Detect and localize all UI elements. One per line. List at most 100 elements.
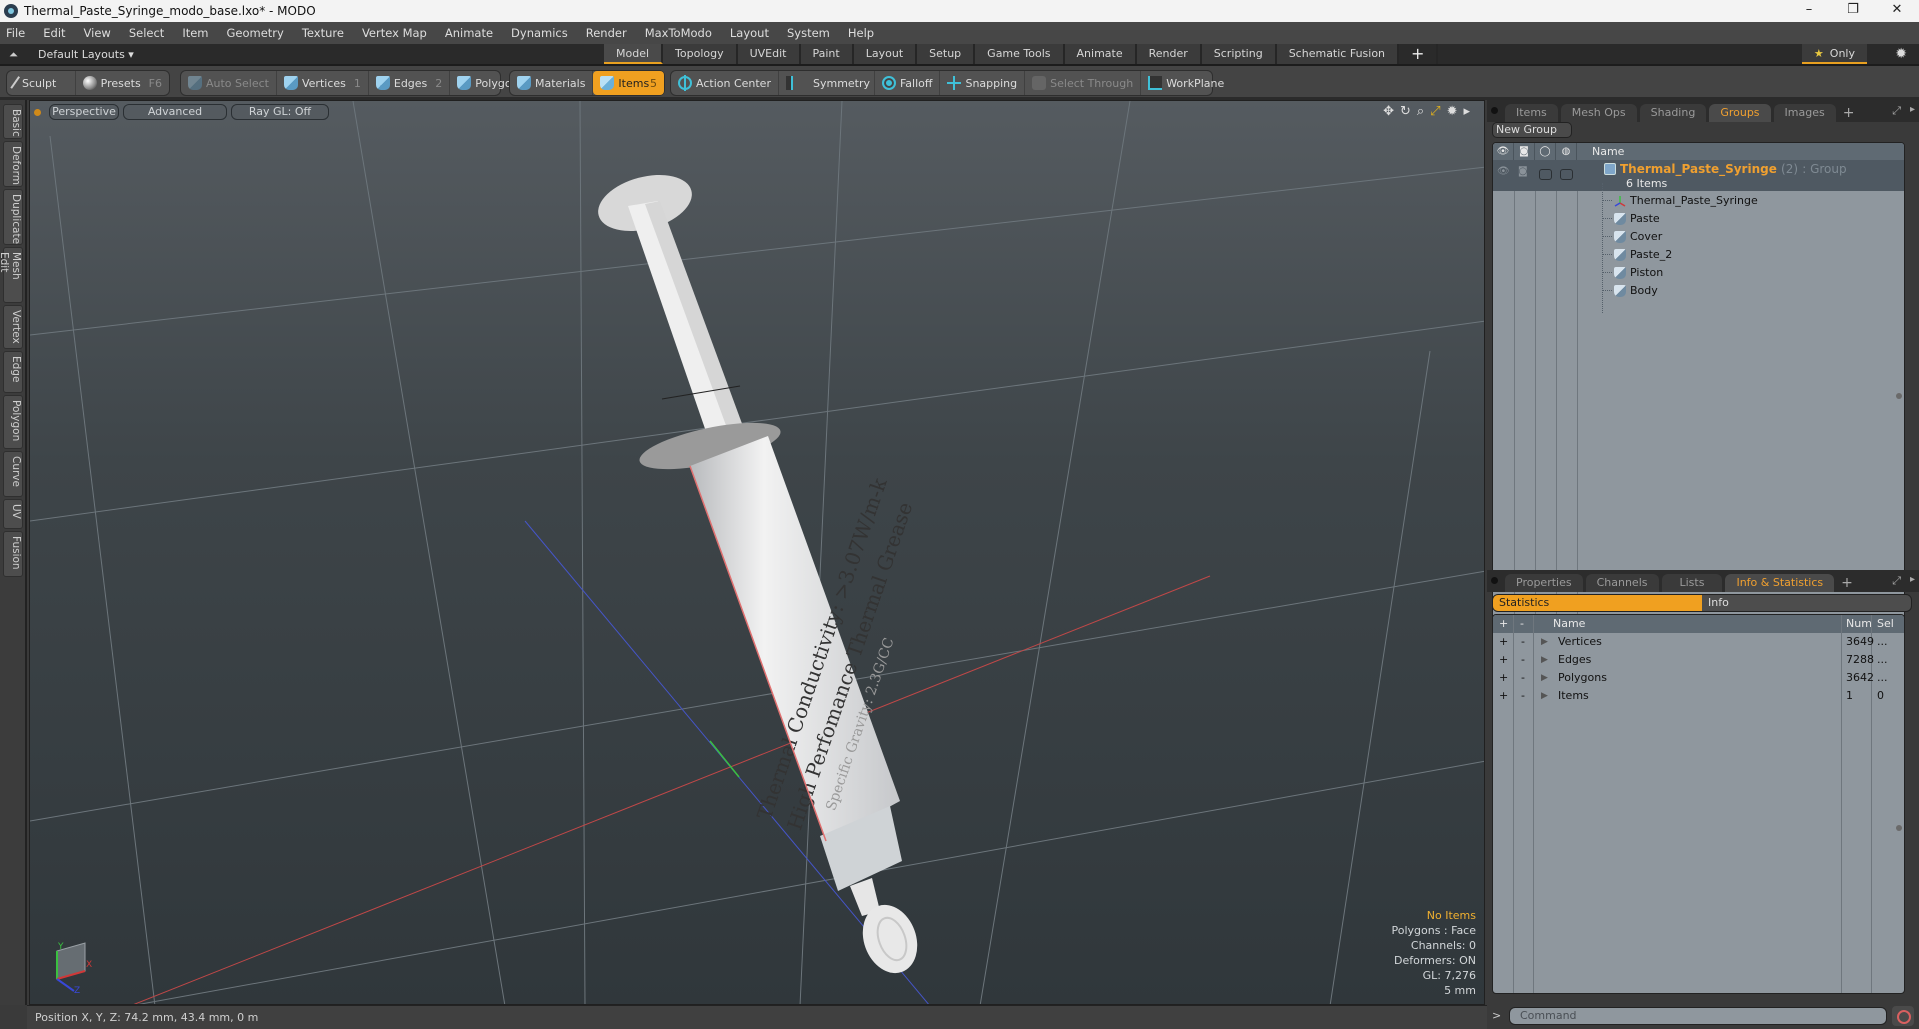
layout-toggle-icon[interactable]: ⏶ <box>9 48 18 62</box>
menu-item[interactable]: Item <box>182 26 208 40</box>
viewport-options-dot[interactable] <box>34 108 41 116</box>
menu-dynamics[interactable]: Dynamics <box>511 26 568 40</box>
workplane-button[interactable]: WorkPlane <box>1141 71 1231 95</box>
visibility-toggle-icon[interactable]: 👁 <box>1497 166 1510 177</box>
menu-system[interactable]: System <box>787 26 830 40</box>
visibility-column-icon[interactable]: 👁 <box>1493 143 1514 160</box>
tab-layout[interactable]: Layout <box>853 44 918 64</box>
menu-help[interactable]: Help <box>848 26 874 40</box>
materials-button[interactable]: Materials <box>510 71 594 95</box>
menu-file[interactable]: File <box>6 26 25 40</box>
tab-shading[interactable]: Shading <box>1639 104 1707 122</box>
tab-game-tools[interactable]: Game Tools <box>975 44 1065 64</box>
statistics-row[interactable]: + - ▶ Edges 7288 ... <box>1493 651 1904 669</box>
group-child-row[interactable]: Thermal_Paste_Syringe <box>1493 192 1904 210</box>
maximize-viewport-icon[interactable]: ⤢ <box>1430 104 1440 119</box>
tab-schematic-fusion[interactable]: Schematic Fusion <box>1276 44 1400 64</box>
edges-button[interactable]: Edges 2 <box>369 71 451 95</box>
rotate-icon[interactable]: ↻ <box>1400 104 1411 119</box>
tooltab-deform[interactable]: Deform <box>3 141 23 187</box>
viewport-settings-icon[interactable]: ✹ <box>1447 104 1458 119</box>
statistics-row[interactable]: + - ▶ Polygons 3642 ... <box>1493 669 1904 687</box>
items-button[interactable]: Items 5 <box>593 71 664 95</box>
panel-menu-arrow-icon[interactable]: ▸ <box>1910 574 1915 585</box>
falloff-button[interactable]: Falloff <box>875 71 941 95</box>
tab-model[interactable]: Model <box>604 44 664 64</box>
expand-plus-button[interactable]: + <box>1499 687 1508 705</box>
group-child-row[interactable]: Body <box>1493 282 1904 300</box>
scrollbar-handle[interactable] <box>1896 825 1902 831</box>
layout-selector[interactable]: Default Layouts ▾ <box>38 48 134 61</box>
tab-properties[interactable]: Properties <box>1505 574 1583 592</box>
new-group-button[interactable]: New Group <box>1492 122 1572 138</box>
symmetry-button[interactable]: Symmetry <box>779 71 875 95</box>
tooltab-uv[interactable]: UV <box>3 499 23 529</box>
menu-geometry[interactable]: Geometry <box>227 26 284 40</box>
menu-animate[interactable]: Animate <box>445 26 493 40</box>
3d-viewport[interactable]: Thermal Conductivity: >3.07W/m-k High Pe… <box>29 100 1485 1005</box>
expand-plus-button[interactable]: + <box>1499 669 1508 687</box>
subtab-info[interactable]: Info <box>1702 595 1911 611</box>
view-mode-button[interactable]: Perspective <box>49 104 119 120</box>
minimize-button[interactable]: – <box>1787 0 1831 22</box>
lock-toggle[interactable] <box>1539 169 1552 180</box>
tooltab-edge[interactable]: Edge <box>3 351 23 393</box>
zoom-icon[interactable]: ⌕ <box>1417 104 1424 119</box>
action-center-button[interactable]: Action Center <box>671 71 779 95</box>
add-tab-button[interactable]: + <box>1399 44 1439 64</box>
add-panel-tab-button[interactable]: + <box>1841 574 1853 592</box>
disclosure-triangle-icon[interactable]: ▶ <box>1541 687 1548 705</box>
tab-info-statistics[interactable]: Info & Statistics <box>1725 574 1835 592</box>
tab-setup[interactable]: Setup <box>917 44 976 64</box>
only-toggle[interactable]: ★ Only <box>1801 44 1867 64</box>
statistics-row[interactable]: + - ▶ Vertices 3649 ... <box>1493 633 1904 651</box>
disclosure-triangle-icon[interactable]: ▶ <box>1541 651 1548 669</box>
raygl-button[interactable]: Ray GL: Off <box>231 104 329 120</box>
tab-groups[interactable]: Groups <box>1709 104 1771 122</box>
vertices-button[interactable]: Vertices 1 <box>277 71 369 95</box>
menu-vertex-map[interactable]: Vertex Map <box>362 26 427 40</box>
collapse-minus-button[interactable]: - <box>1521 651 1525 669</box>
disclosure-triangle-icon[interactable]: ▶ <box>1541 669 1548 687</box>
add-panel-tab-button[interactable]: + <box>1843 104 1855 122</box>
select-toggle[interactable] <box>1560 169 1573 180</box>
restore-button[interactable]: ❐ <box>1831 0 1875 22</box>
tab-render[interactable]: Render <box>1136 44 1202 64</box>
render-toggle-icon[interactable]: ◙ <box>1518 166 1531 177</box>
tooltab-fusion[interactable]: Fusion <box>3 531 23 577</box>
tab-mesh-ops[interactable]: Mesh Ops <box>1560 104 1637 122</box>
menu-texture[interactable]: Texture <box>302 26 344 40</box>
tab-uvedit[interactable]: UVEdit <box>737 44 801 64</box>
tab-images[interactable]: Images <box>1773 104 1836 122</box>
command-input[interactable]: Command <box>1509 1007 1887 1025</box>
tab-scripting[interactable]: Scripting <box>1201 44 1277 64</box>
menu-select[interactable]: Select <box>129 26 164 40</box>
group-child-row[interactable]: Piston <box>1493 264 1904 282</box>
menu-edit[interactable]: Edit <box>43 26 65 40</box>
menu-render[interactable]: Render <box>586 26 627 40</box>
expand-plus-button[interactable]: + <box>1499 633 1508 651</box>
panel-menu-arrow-icon[interactable]: ▸ <box>1910 104 1915 115</box>
group-row[interactable]: 👁 ◙ Thermal_Paste_Syringe (2) : Group 6 … <box>1493 160 1904 191</box>
tab-channels[interactable]: Channels <box>1585 574 1659 592</box>
snapping-button[interactable]: Snapping <box>940 71 1026 95</box>
panel-options-dot[interactable] <box>1491 107 1498 114</box>
menu-view[interactable]: View <box>84 26 111 40</box>
render-column-icon[interactable]: ◙ <box>1514 143 1535 160</box>
panel-options-dot[interactable] <box>1491 577 1498 584</box>
tooltab-curve[interactable]: Curve <box>3 451 23 497</box>
sculpt-button[interactable]: Sculpt <box>7 71 76 95</box>
expand-panel-icon[interactable]: ⤢ <box>1892 574 1901 588</box>
group-child-row[interactable]: Paste_2 <box>1493 246 1904 264</box>
shading-button[interactable]: Advanced <box>123 104 227 120</box>
presets-button[interactable]: Presets F6 <box>76 71 169 95</box>
statistics-row[interactable]: + - ▶ Items 1 0 <box>1493 687 1904 705</box>
group-child-row[interactable]: Cover <box>1493 228 1904 246</box>
tab-animate[interactable]: Animate <box>1064 44 1137 64</box>
viewport-menu-arrow-icon[interactable]: ▸ <box>1463 104 1470 119</box>
subtab-statistics[interactable]: Statistics <box>1493 595 1702 611</box>
expand-plus-button[interactable]: + <box>1499 651 1508 669</box>
gear-icon[interactable]: ✹ <box>1895 46 1907 62</box>
lock-column-icon[interactable]: ◯ <box>1535 143 1556 160</box>
close-button[interactable]: ✕ <box>1875 0 1919 22</box>
